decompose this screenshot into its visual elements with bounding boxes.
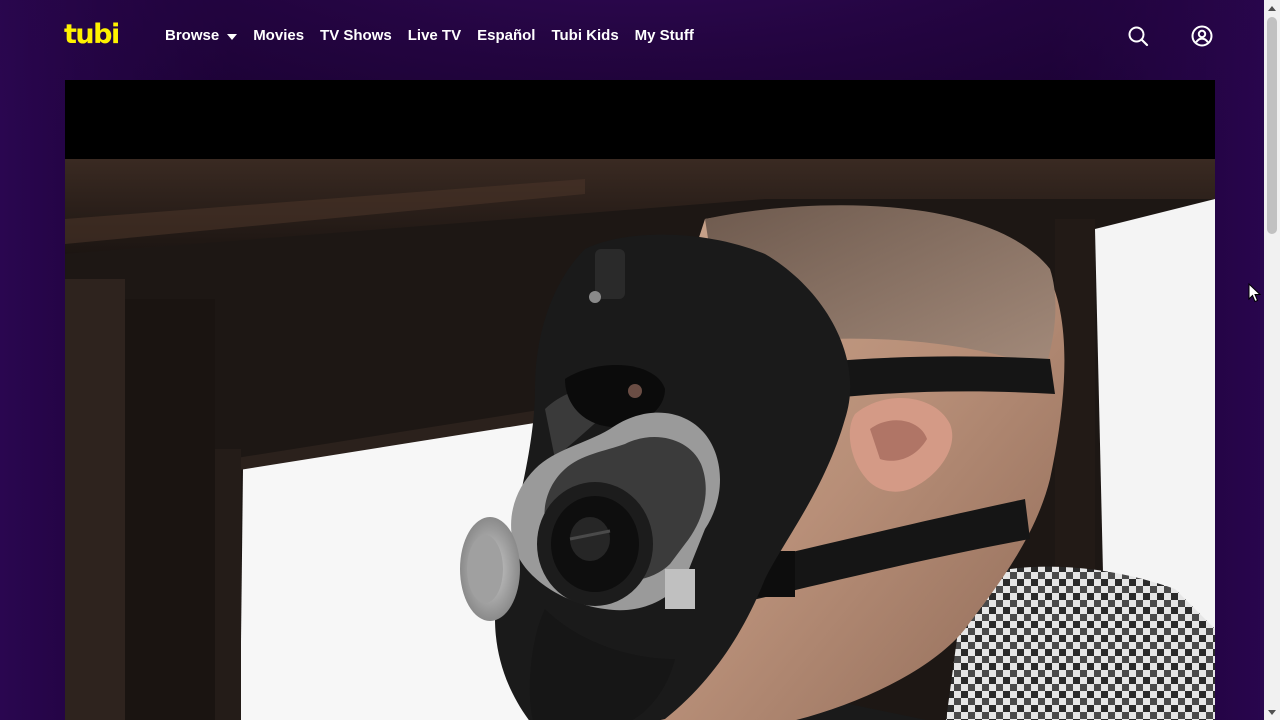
video-player[interactable] <box>65 80 1215 720</box>
caret-down-icon <box>227 33 238 40</box>
scroll-thumb[interactable] <box>1267 17 1277 234</box>
nav-espanol-label: Español <box>477 27 536 44</box>
logo-text: tubi <box>64 19 120 50</box>
nav-live-tv-label: Live TV <box>407 27 462 44</box>
search-button[interactable] <box>1126 24 1150 48</box>
nav-movies[interactable]: Movies <box>253 26 304 46</box>
video-still-image <box>65 159 1215 720</box>
search-icon <box>1128 26 1149 47</box>
arrow-up-icon <box>1268 5 1276 11</box>
scroll-down-button[interactable] <box>1264 704 1280 720</box>
nav-tv-shows[interactable]: TV Shows <box>320 26 392 46</box>
nav-live-tv[interactable]: Live TV <box>408 26 461 46</box>
video-frame[interactable] <box>65 159 1215 720</box>
nav-tubi-kids[interactable]: Tubi Kids <box>551 26 618 46</box>
nav-browse-label: Browse <box>165 27 220 44</box>
scroll-up-button[interactable] <box>1264 0 1280 16</box>
nav-my-stuff[interactable]: My Stuff <box>635 26 694 46</box>
mouse-cursor-icon <box>1248 283 1262 303</box>
account-icon <box>1191 25 1213 47</box>
page: tubi Browse Movies TV Shows Live TV Espa… <box>0 0 1280 720</box>
nav-tv-shows-label: TV Shows <box>320 27 392 44</box>
nav-espanol[interactable]: Español <box>477 26 535 46</box>
main-nav: Browse Movies TV Shows Live TV Español T… <box>165 26 710 46</box>
tubi-logo[interactable]: tubi <box>64 19 120 50</box>
nav-my-stuff-label: My Stuff <box>634 27 694 44</box>
nav-movies-label: Movies <box>253 27 305 44</box>
page-scrollbar[interactable] <box>1264 0 1280 720</box>
nav-browse[interactable]: Browse <box>165 26 238 46</box>
arrow-down-icon <box>1268 709 1276 715</box>
account-button[interactable] <box>1190 24 1214 48</box>
nav-tubi-kids-label: Tubi Kids <box>551 27 619 44</box>
top-nav-bar: tubi Browse Movies TV Shows Live TV Espa… <box>0 0 1264 72</box>
